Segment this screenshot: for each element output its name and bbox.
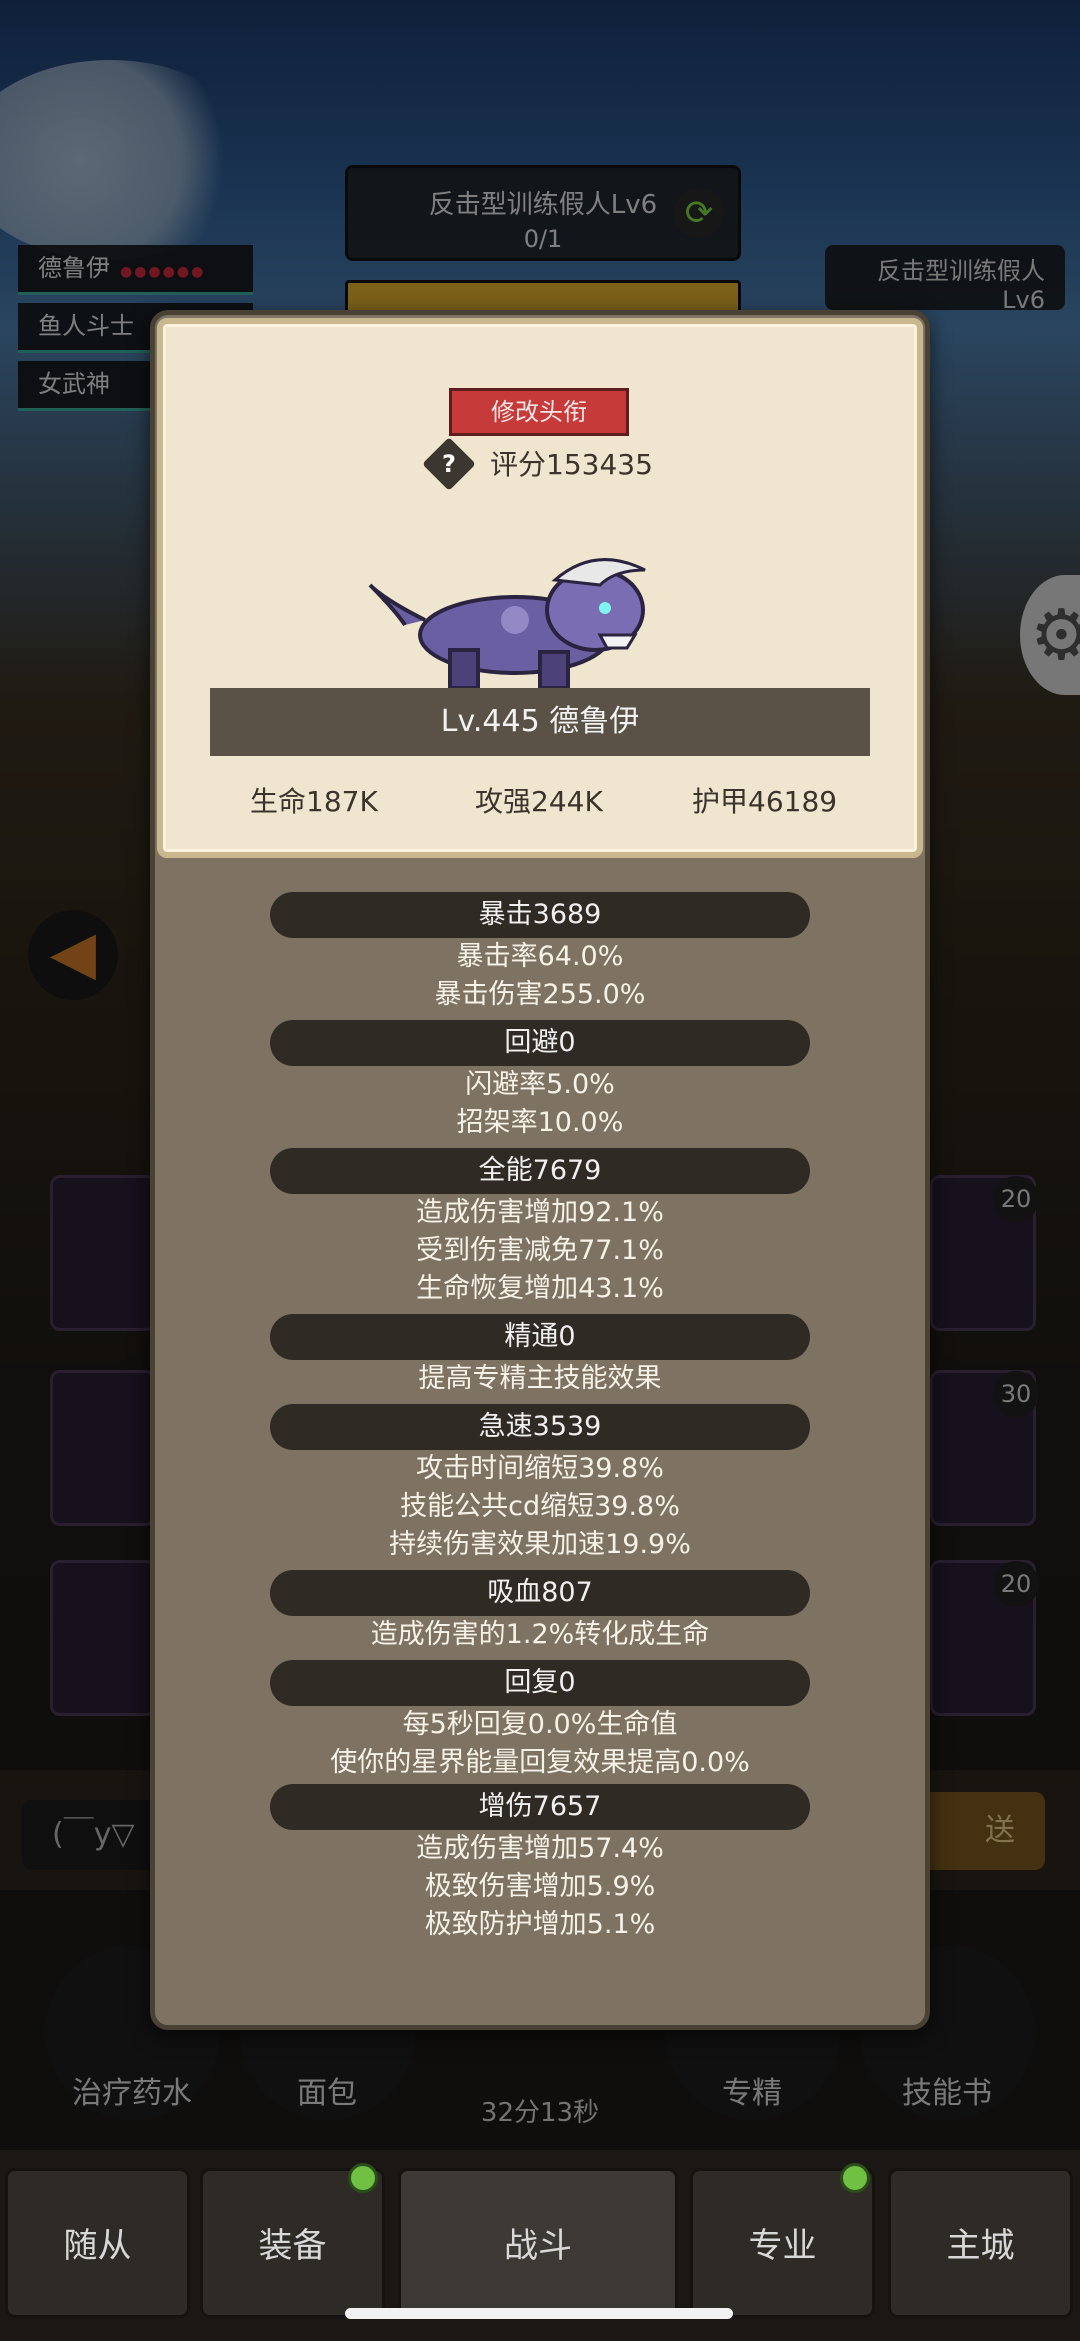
tab-main-city[interactable]: 主城 [888,2168,1073,2318]
stat-line: 招架率10.0% [456,1107,624,1138]
stat-line: 每5秒回复0.0%生命值 [402,1709,678,1740]
stat-line: 造成伤害增加57.4% [416,1833,664,1864]
stat-line: 生命恢复增加43.1% [416,1273,664,1304]
notification-dot [840,2163,870,2193]
stat-line: 技能公共cd缩短39.8% [400,1491,680,1522]
stat-line: 暴击伤害255.0% [434,979,646,1010]
level-name-bar: Lv.445 德鲁伊 [210,688,870,756]
home-indicator[interactable] [345,2308,733,2319]
hp-stat: 生命187K [250,785,378,818]
stat-line: 使你的星界能量回复效果提高0.0% [330,1747,750,1778]
stat-line: 持续伤害效果加速19.9% [389,1529,691,1560]
armor-stat: 护甲46189 [692,785,838,818]
stat-header-crit: 暴击3689 [270,892,810,938]
stat-line: 极致防护增加5.1% [424,1909,656,1940]
base-stats: 生命187K 攻强244K 护甲46189 [210,780,870,824]
score-text: 评分153435 [490,448,653,481]
stat-line: 闪避率5.0% [465,1069,615,1100]
attack-stat: 攻强244K [475,785,603,818]
tab-battle[interactable]: 战斗 [398,2168,678,2318]
stat-header-leech: 吸血807 [270,1570,810,1616]
notification-dot [348,2163,378,2193]
stat-line: 造成伤害的1.2%转化成生命 [370,1619,710,1650]
tab-followers[interactable]: 随从 [5,2168,190,2318]
stat-header-dodge: 回避0 [270,1020,810,1066]
stat-line: 攻击时间缩短39.8% [416,1453,664,1484]
stat-line: 极致伤害增加5.9% [424,1871,656,1902]
stat-line: 暴击率64.0% [456,941,624,972]
stat-header-haste: 急速3539 [270,1404,810,1450]
score-row: ? 评分153435 [422,437,730,491]
panther-pet-image [368,558,646,690]
stat-header-regen: 回复0 [270,1660,810,1706]
stat-line: 提高专精主技能效果 [418,1363,662,1394]
stat-line: 受到伤害减免77.1% [416,1235,664,1266]
rename-title-button[interactable]: 修改头衔 [449,388,629,436]
question-icon[interactable]: ? [422,437,476,491]
stat-header-mastery: 精通0 [270,1314,810,1360]
stat-header-damage: 增伤7657 [270,1784,810,1830]
stat-line: 造成伤害增加92.1% [416,1197,664,1228]
stat-header-versatility: 全能7679 [270,1148,810,1194]
